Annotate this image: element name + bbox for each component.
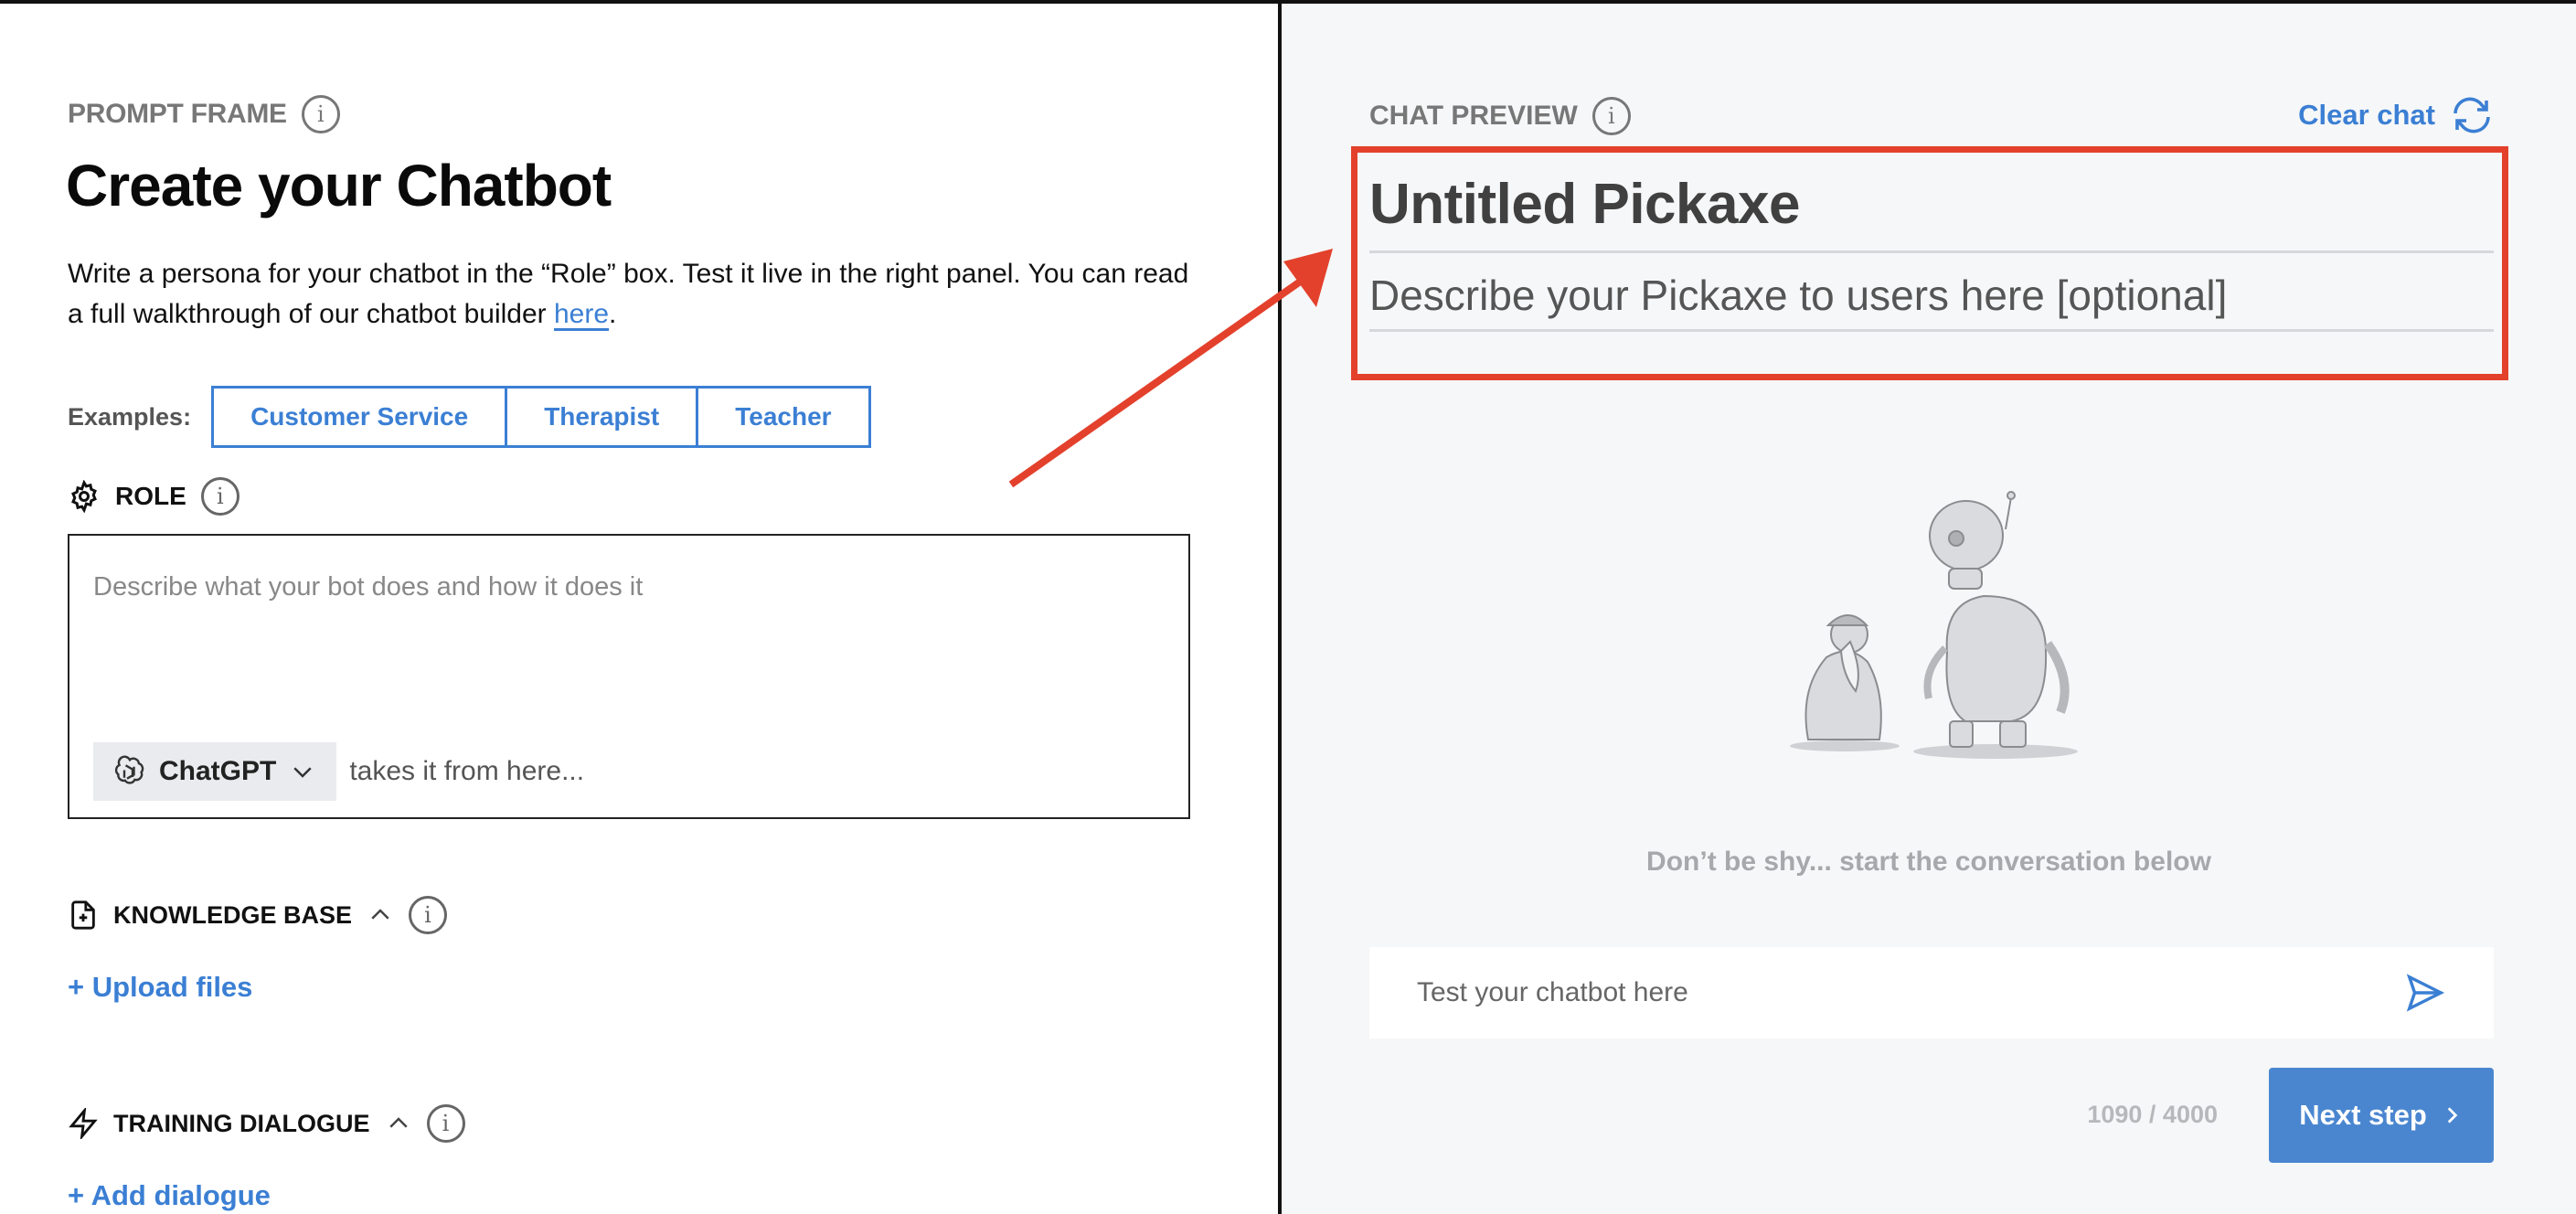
role-placeholder: Describe what your bot does and how it d… (93, 572, 644, 602)
openai-icon (114, 755, 144, 784)
chevron-down-icon (293, 767, 312, 778)
chat-preview-header: CHAT PREVIEW i (1369, 97, 1631, 135)
training-dialogue-label: TRAINING DIALOGUE (113, 1109, 370, 1137)
next-step-button[interactable]: Next step (2269, 1068, 2494, 1163)
chat-input-placeholder: Test your chatbot here (1417, 977, 1688, 1007)
next-step-label: Next step (2299, 1099, 2427, 1131)
info-icon[interactable]: i (301, 95, 340, 133)
example-teacher-button[interactable]: Teacher (698, 389, 868, 445)
chevron-up-icon[interactable] (367, 901, 394, 929)
model-suffix: takes it from here... (349, 756, 585, 786)
examples-button-group: Customer Service Therapist Teacher (211, 386, 871, 448)
example-customer-service-button[interactable]: Customer Service (214, 389, 508, 445)
info-icon[interactable]: i (200, 477, 240, 516)
file-plus-icon (71, 900, 95, 930)
role-header: ROLE i (68, 477, 240, 516)
clear-chat-button[interactable]: Clear chat (2298, 93, 2494, 137)
model-row: ChatGPT takes it from here... (93, 742, 584, 801)
clear-chat-label: Clear chat (2298, 99, 2435, 131)
chat-preview-panel: CHAT PREVIEW i Clear chat Untitled Picka… (1282, 4, 2576, 1214)
page-title: Create your Chatbot (66, 153, 612, 218)
info-icon[interactable]: i (409, 896, 448, 934)
intro-text: Write a persona for your chatbot in the … (68, 254, 1201, 335)
chevron-right-icon (2447, 1107, 2458, 1123)
knowledge-base-header: KNOWLEDGE BASE i (68, 896, 448, 934)
info-icon[interactable]: i (1591, 97, 1631, 135)
robot-and-old-man-illustration (1790, 491, 2078, 759)
upload-files-link[interactable]: + Upload files (68, 971, 252, 1004)
info-icon[interactable]: i (426, 1104, 465, 1143)
pickaxe-builder: PROMPT FRAME i Create your Chatbot Write… (0, 0, 2576, 1214)
example-therapist-button[interactable]: Therapist (507, 389, 699, 445)
bot-title-field[interactable]: Untitled Pickaxe (1369, 172, 1800, 237)
send-icon[interactable] (2404, 972, 2446, 1014)
model-name: ChatGPT (159, 756, 277, 786)
training-dialogue-header: TRAINING DIALOGUE i (68, 1104, 465, 1143)
prompt-frame-panel: PROMPT FRAME i Create your Chatbot Write… (0, 4, 1278, 1214)
gear-icon (71, 480, 97, 513)
empty-chat-message: Don’t be shy... start the conversation b… (1646, 847, 2211, 877)
description-underline (1369, 329, 2494, 332)
walkthrough-link[interactable]: here (554, 299, 609, 329)
intro-period: . (609, 299, 617, 329)
prompt-frame-header: PROMPT FRAME i (68, 95, 340, 133)
refresh-icon (2454, 97, 2490, 133)
examples-row: Examples: Customer Service Therapist Tea… (68, 386, 871, 448)
add-dialogue-link[interactable]: + Add dialogue (68, 1179, 271, 1212)
intro-body: Write a persona for your chatbot in the … (68, 259, 1189, 329)
chat-preview-label: CHAT PREVIEW (1369, 101, 1578, 131)
bot-description-field[interactable]: Describe your Pickaxe to users here [opt… (1369, 271, 2227, 320)
title-underline (1369, 250, 2494, 253)
chat-input[interactable]: Test your chatbot here (1369, 947, 2494, 1038)
lightning-icon (69, 1108, 98, 1139)
role-label: ROLE (115, 482, 186, 510)
knowledge-base-label: KNOWLEDGE BASE (113, 900, 353, 929)
model-dropdown[interactable]: ChatGPT (93, 742, 337, 801)
prompt-frame-label: PROMPT FRAME (68, 99, 287, 129)
role-textarea[interactable]: Describe what your bot does and how it d… (68, 534, 1190, 819)
chevron-up-icon[interactable] (385, 1110, 412, 1137)
examples-label: Examples: (68, 402, 192, 431)
character-counter: 1090 / 4000 (2087, 1101, 2218, 1128)
